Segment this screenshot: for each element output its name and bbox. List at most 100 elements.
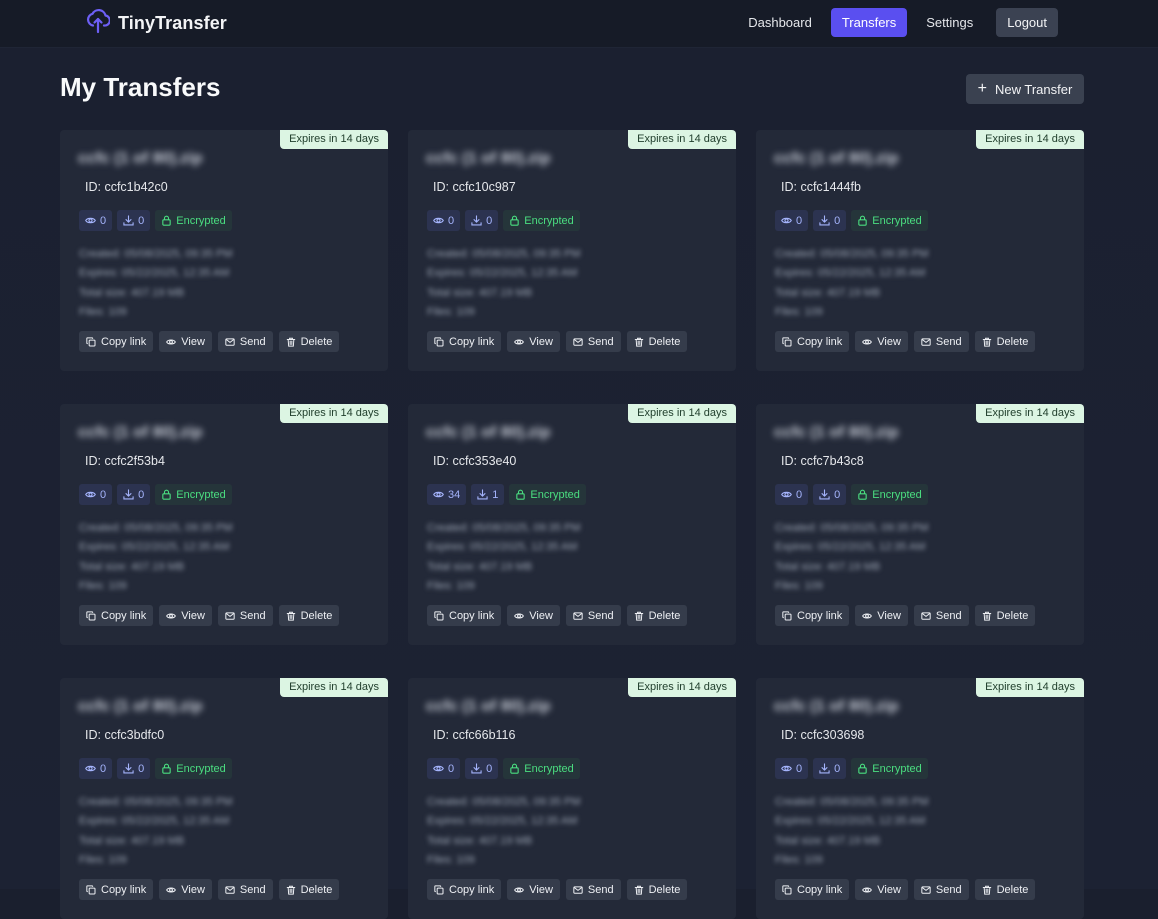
delete-button[interactable]: Delete: [626, 879, 688, 900]
view-button[interactable]: View: [507, 605, 560, 626]
send-button[interactable]: Send: [217, 605, 273, 626]
encrypted-badge: Encrypted: [851, 484, 928, 505]
send-label: Send: [587, 609, 614, 622]
send-button[interactable]: Send: [565, 331, 621, 352]
delete-label: Delete: [648, 335, 681, 348]
delete-button[interactable]: Delete: [974, 879, 1036, 900]
eye-icon: [862, 887, 873, 892]
copy-link-button[interactable]: Copy link: [427, 879, 502, 900]
delete-label: Delete: [300, 335, 333, 348]
view-button[interactable]: View: [507, 879, 560, 900]
send-button[interactable]: Send: [565, 879, 621, 900]
copy-link-button[interactable]: Copy link: [775, 331, 850, 352]
view-button[interactable]: View: [855, 331, 908, 352]
expires-badge: Expires in 14 days: [280, 130, 388, 149]
created-date: Created: 05/08/2025, 09:35 PM: [79, 522, 233, 534]
mail-icon: [225, 337, 235, 346]
delete-button[interactable]: Delete: [278, 331, 340, 352]
delete-label: Delete: [300, 883, 333, 896]
created-date: Created: 05/08/2025, 09:35 PM: [79, 248, 233, 260]
transfer-meta: Created: 05/08/2025, 09:35 PM Expires: 0…: [427, 519, 581, 596]
mail-icon: [225, 885, 235, 894]
transfer-file-name: ccfc (1 of 80).zip: [78, 150, 203, 167]
total-size: Total size: 407.19 MB: [775, 834, 881, 847]
send-label: Send: [935, 609, 962, 622]
copy-link-button[interactable]: Copy link: [775, 879, 850, 900]
trash-icon: [634, 337, 643, 347]
copy-link-button[interactable]: Copy link: [427, 331, 502, 352]
transfer-card: Expires in 14 days ccfc (1 of 80).zip ID…: [408, 130, 736, 371]
views-badge: 0: [775, 758, 809, 779]
trash-icon: [982, 611, 991, 621]
views-count: 0: [796, 762, 803, 775]
send-button[interactable]: Send: [913, 605, 969, 626]
copy-link-button[interactable]: Copy link: [79, 879, 154, 900]
delete-button[interactable]: Delete: [974, 331, 1036, 352]
view-button[interactable]: View: [159, 331, 212, 352]
file-count: Files: 109: [775, 305, 823, 318]
transfer-id: ID: ccfc3bdfc0: [85, 728, 165, 742]
download-icon: [123, 215, 134, 226]
eye-icon: [85, 765, 96, 772]
nav-settings[interactable]: Settings: [915, 8, 984, 37]
file-count: Files: 109: [427, 305, 475, 318]
view-button[interactable]: View: [159, 605, 212, 626]
mail-icon: [573, 337, 583, 346]
copy-link-button[interactable]: Copy link: [775, 605, 850, 626]
downloads-count: 0: [834, 214, 841, 227]
total-size: Total size: 407.19 MB: [427, 560, 533, 573]
transfer-card: Expires in 14 days ccfc (1 of 80).zip ID…: [60, 678, 388, 919]
views-badge: 0: [79, 210, 113, 231]
copy-link-label: Copy link: [449, 335, 495, 348]
view-button[interactable]: View: [855, 605, 908, 626]
nav-dashboard[interactable]: Dashboard: [737, 8, 823, 37]
delete-button[interactable]: Delete: [278, 879, 340, 900]
total-size: Total size: 407.19 MB: [775, 560, 881, 573]
send-button[interactable]: Send: [913, 331, 969, 352]
copy-link-button[interactable]: Copy link: [79, 331, 154, 352]
delete-button[interactable]: Delete: [278, 605, 340, 626]
copy-link-button[interactable]: Copy link: [79, 605, 154, 626]
mail-icon: [921, 611, 931, 620]
send-button[interactable]: Send: [217, 879, 273, 900]
total-size: Total size: 407.19 MB: [775, 286, 881, 299]
send-button[interactable]: Send: [217, 331, 273, 352]
download-icon: [471, 763, 482, 774]
delete-button[interactable]: Delete: [626, 605, 688, 626]
brand[interactable]: TinyTransfer: [86, 8, 227, 37]
copy-link-button[interactable]: Copy link: [427, 605, 502, 626]
downloads-count: 0: [486, 762, 493, 775]
send-button[interactable]: Send: [913, 879, 969, 900]
mail-icon: [573, 885, 583, 894]
new-transfer-button[interactable]: + New Transfer: [966, 74, 1084, 104]
view-button[interactable]: View: [855, 879, 908, 900]
delete-button[interactable]: Delete: [626, 331, 688, 352]
views-badge: 0: [79, 484, 113, 505]
trash-icon: [286, 337, 295, 347]
downloads-count: 0: [834, 488, 841, 501]
transfer-card: Expires in 14 days ccfc (1 of 80).zip ID…: [60, 404, 388, 645]
nav-transfers[interactable]: Transfers: [830, 8, 908, 37]
total-size: Total size: 407.19 MB: [79, 286, 185, 299]
transfer-meta: Created: 05/08/2025, 09:35 PM Expires: 0…: [79, 245, 233, 322]
transfer-id: ID: ccfc66b116: [433, 728, 516, 742]
lock-icon: [858, 763, 867, 774]
send-button[interactable]: Send: [565, 605, 621, 626]
logout-button[interactable]: Logout: [996, 8, 1058, 37]
app-name: TinyTransfer: [118, 12, 227, 33]
view-button[interactable]: View: [507, 331, 560, 352]
created-date: Created: 05/08/2025, 09:35 PM: [427, 248, 581, 260]
delete-button[interactable]: Delete: [974, 605, 1036, 626]
eye-icon: [862, 613, 873, 618]
copy-link-label: Copy link: [449, 883, 495, 896]
transfer-card: Expires in 14 days ccfc (1 of 80).zip ID…: [756, 678, 1084, 919]
copy-icon: [86, 336, 96, 346]
downloads-badge: 1: [471, 484, 505, 505]
transfer-meta: Created: 05/08/2025, 09:35 PM Expires: 0…: [427, 245, 581, 322]
card-actions: Copy link View Send Delete: [427, 331, 688, 352]
stats-badges: 0 0 Encrypted: [79, 758, 232, 779]
encrypted-label: Encrypted: [524, 762, 574, 775]
views-count: 34: [448, 488, 461, 501]
transfer-file-name: ccfc (1 of 80).zip: [426, 698, 551, 715]
view-button[interactable]: View: [159, 879, 212, 900]
